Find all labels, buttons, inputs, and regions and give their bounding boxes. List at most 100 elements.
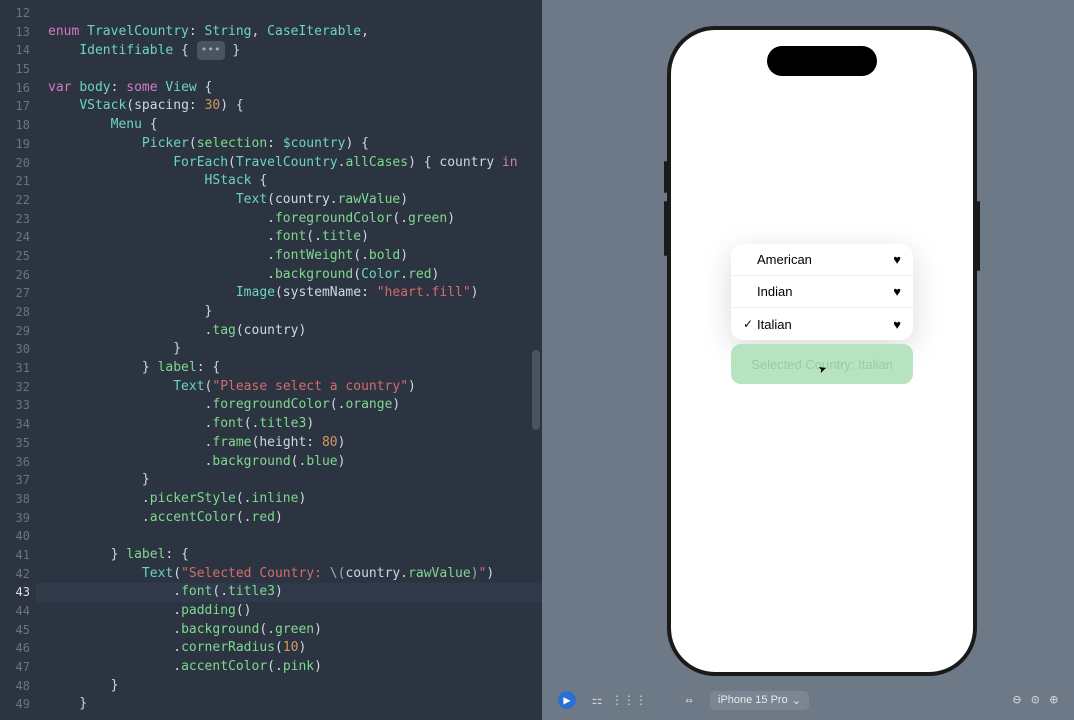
line-number: 24 [0, 228, 30, 247]
code-area[interactable]: enum TravelCountry: String, CaseIterable… [36, 0, 542, 714]
menu-item[interactable]: Indian♥ [731, 276, 913, 308]
code-line[interactable]: .font(.title) [36, 228, 542, 247]
line-number: 31 [0, 359, 30, 378]
menu-item-label: Indian [757, 284, 893, 299]
line-number: 12 [0, 4, 30, 23]
line-number: 30 [0, 340, 30, 359]
line-number: 40 [0, 527, 30, 546]
selectable-preview-button[interactable]: ⚏ [586, 689, 608, 711]
code-line[interactable]: .fontWeight(.bold) [36, 247, 542, 266]
code-line[interactable]: } label: { [36, 546, 542, 565]
line-number: 44 [0, 602, 30, 621]
line-number: 15 [0, 60, 30, 79]
code-line[interactable]: VStack(spacing: 30) { [36, 97, 542, 116]
menu-item-label: American [757, 252, 893, 267]
line-number: 43 [0, 583, 30, 602]
code-line[interactable]: Text("Please select a country") [36, 378, 542, 397]
line-number: 38 [0, 490, 30, 509]
line-number: 37 [0, 471, 30, 490]
code-line[interactable]: .background(.blue) [36, 453, 542, 472]
code-line[interactable]: .accentColor(.pink) [36, 658, 542, 677]
code-line[interactable]: ForEach(TravelCountry.allCases) { countr… [36, 154, 542, 173]
code-line[interactable]: .font(.title3) [36, 583, 542, 602]
code-line[interactable]: .foregroundColor(.green) [36, 210, 542, 229]
zoom-reset-button[interactable]: ⊙ [1031, 692, 1039, 708]
line-number: 18 [0, 116, 30, 135]
code-line[interactable]: .pickerStyle(.inline) [36, 490, 542, 509]
variants-preview-button[interactable]: ⋮⋮⋮ [618, 689, 640, 711]
code-line[interactable]: .font(.title3) [36, 415, 542, 434]
code-line[interactable]: .cornerRadius(10) [36, 639, 542, 658]
zoom-in-button[interactable]: ⊕ [1050, 692, 1058, 708]
line-number: 29 [0, 322, 30, 341]
code-line[interactable]: .background(.green) [36, 621, 542, 640]
line-number: 27 [0, 284, 30, 303]
code-line[interactable]: Text(country.rawValue) [36, 191, 542, 210]
line-number: 47 [0, 658, 30, 677]
line-number: 14 [0, 41, 30, 60]
volume-up-button [664, 161, 667, 193]
line-number: 33 [0, 396, 30, 415]
line-number: 49 [0, 695, 30, 714]
line-number: 25 [0, 247, 30, 266]
line-number: 16 [0, 79, 30, 98]
line-number: 23 [0, 210, 30, 229]
vertical-scrollbar[interactable] [532, 350, 540, 430]
zoom-out-button[interactable]: ⊖ [1013, 692, 1021, 708]
code-editor-pane[interactable]: 1213141516171819202122232425262728293031… [0, 0, 542, 720]
device-picker[interactable]: iPhone 15 Pro ⌄ [710, 691, 809, 710]
heart-icon: ♥ [893, 284, 901, 299]
line-number-gutter: 1213141516171819202122232425262728293031… [0, 0, 36, 720]
simulator-screen[interactable]: American♥Indian♥✓Italian♥ Selected Count… [671, 30, 973, 672]
code-line[interactable]: } [36, 303, 542, 322]
code-line[interactable]: } [36, 695, 542, 714]
code-line[interactable]: HStack { [36, 172, 542, 191]
code-line[interactable]: Picker(selection: $country) { [36, 135, 542, 154]
code-line[interactable]: Menu { [36, 116, 542, 135]
code-line[interactable]: enum TravelCountry: String, CaseIterable… [36, 23, 542, 42]
code-line[interactable] [36, 527, 542, 546]
code-line[interactable]: } label: { [36, 359, 542, 378]
menu-item[interactable]: ✓Italian♥ [731, 308, 913, 340]
line-number: 39 [0, 509, 30, 528]
code-line[interactable]: } [36, 471, 542, 490]
power-button [977, 201, 980, 271]
menu-item[interactable]: American♥ [731, 244, 913, 276]
device-picker-label: iPhone 15 Pro [718, 694, 788, 706]
line-number: 17 [0, 97, 30, 116]
line-number: 35 [0, 434, 30, 453]
code-line[interactable]: .tag(country) [36, 322, 542, 341]
code-line[interactable]: Text("Selected Country: \(country.rawVal… [36, 565, 542, 584]
picker-menu[interactable]: American♥Indian♥✓Italian♥ [731, 244, 913, 340]
line-number: 13 [0, 23, 30, 42]
menu-item-label: Italian [757, 317, 893, 332]
code-line[interactable]: Image(systemName: "heart.fill") [36, 284, 542, 303]
dynamic-island [767, 46, 877, 76]
line-number: 45 [0, 621, 30, 640]
line-number: 32 [0, 378, 30, 397]
code-line[interactable]: .foregroundColor(.orange) [36, 396, 542, 415]
device-settings-button[interactable]: ⇔ [678, 689, 700, 711]
code-line[interactable] [36, 4, 542, 23]
code-line[interactable]: .padding() [36, 602, 542, 621]
line-number: 42 [0, 565, 30, 584]
code-line[interactable]: .background(Color.red) [36, 266, 542, 285]
volume-down-button [664, 201, 667, 256]
line-number: 41 [0, 546, 30, 565]
line-number: 19 [0, 135, 30, 154]
code-line[interactable]: } [36, 340, 542, 359]
code-line[interactable]: var body: some View { [36, 79, 542, 98]
line-number: 34 [0, 415, 30, 434]
code-line[interactable] [36, 60, 542, 79]
code-line[interactable]: Identifiable { ••• } [36, 41, 542, 60]
code-line[interactable]: .accentColor(.red) [36, 509, 542, 528]
code-line[interactable]: } [36, 677, 542, 696]
line-number: 28 [0, 303, 30, 322]
preview-bottom-toolbar: ▶ ⚏ ⋮⋮⋮ ⇔ iPhone 15 Pro ⌄ ⊖ ⊙ ⊕ [542, 688, 1074, 712]
code-line[interactable]: .frame(height: 80) [36, 434, 542, 453]
live-preview-button[interactable]: ▶ [558, 691, 576, 709]
line-number: 36 [0, 453, 30, 472]
line-number: 20 [0, 154, 30, 173]
heart-icon: ♥ [893, 252, 901, 267]
chevron-down-icon: ⌄ [792, 694, 801, 707]
